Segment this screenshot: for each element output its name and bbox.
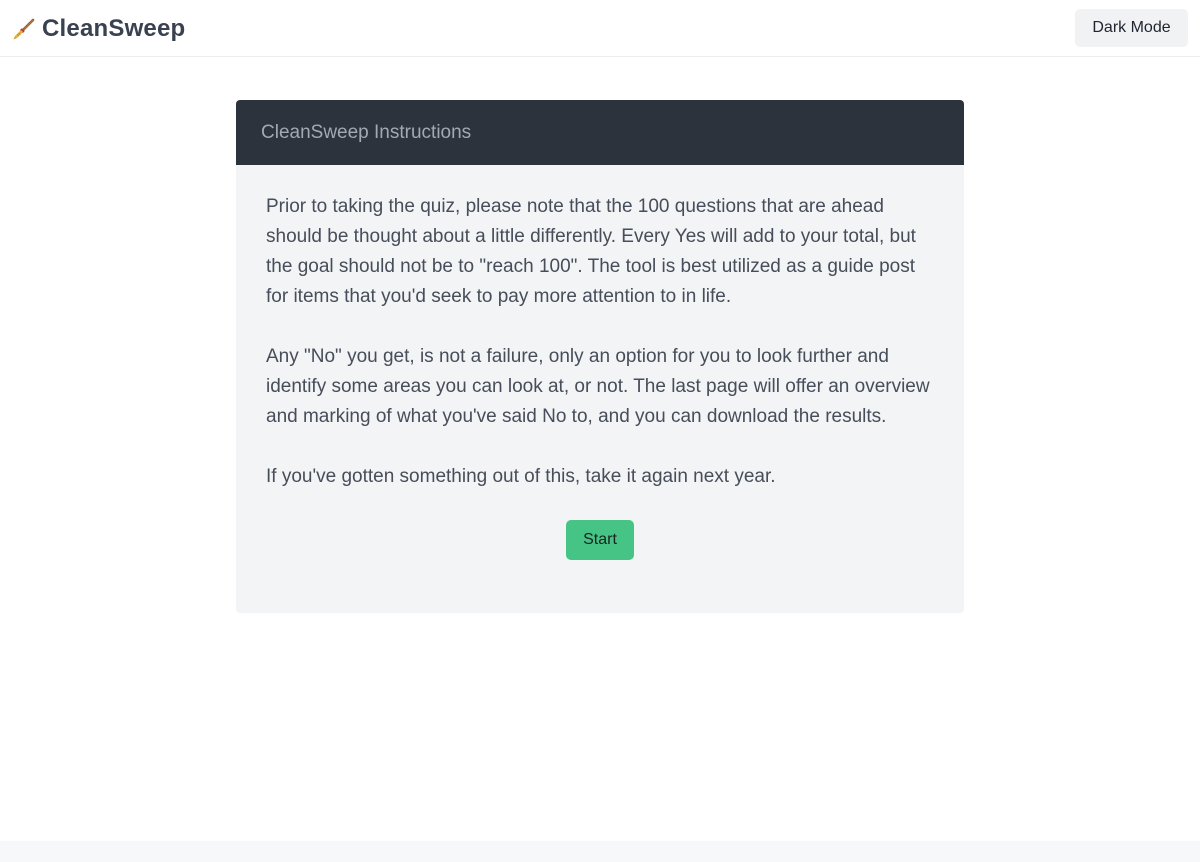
instructions-card-header: CleanSweep Instructions	[236, 100, 964, 165]
start-button-container: Start	[266, 520, 934, 560]
instructions-paragraph: Any "No" you get, is not a failure, only…	[266, 346, 930, 427]
instructions-card: CleanSweep Instructions Prior to taking …	[236, 100, 964, 613]
instructions-paragraph: If you've gotten something out of this, …	[266, 466, 776, 487]
footer	[0, 841, 1200, 862]
dark-mode-button[interactable]: Dark Mode	[1075, 9, 1188, 47]
instructions-paragraph: Prior to taking the quiz, please note th…	[266, 196, 916, 307]
broom-icon	[12, 17, 36, 41]
instructions-card-body: Prior to taking the quiz, please note th…	[236, 165, 964, 560]
page: CleanSweep Dark Mode CleanSweep Instruct…	[0, 0, 1200, 862]
start-button[interactable]: Start	[566, 520, 634, 560]
brand[interactable]: CleanSweep	[12, 13, 185, 45]
top-navbar: CleanSweep Dark Mode	[0, 0, 1200, 57]
brand-name: CleanSweep	[42, 15, 186, 42]
instructions-title: CleanSweep Instructions	[261, 122, 472, 143]
